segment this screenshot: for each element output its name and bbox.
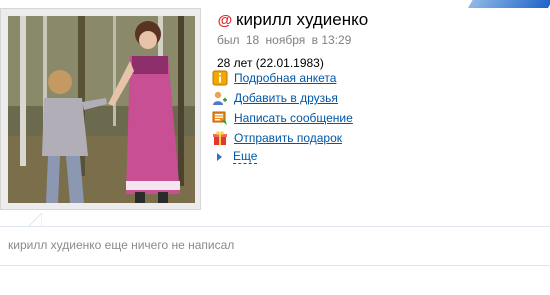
more-actions-link[interactable]: Еще	[233, 150, 258, 164]
profile-info: @ кирилл худиенко был 18 ноября в 13:29 …	[217, 9, 368, 70]
last-seen: был 18 ноября в 13:29	[217, 33, 368, 47]
status-pointer	[28, 213, 42, 227]
action-send-gift-link[interactable]: Отправить подарок	[234, 131, 342, 145]
info-icon	[212, 70, 228, 86]
gift-icon	[213, 131, 227, 145]
action-add-friend-link[interactable]: Добавить в друзья	[234, 91, 338, 105]
action-send-message-link[interactable]: Написать сообщение	[234, 111, 353, 125]
profile-name-row: @ кирилл худиенко	[217, 9, 369, 31]
last-seen-month: ноября	[265, 33, 306, 47]
last-seen-time: в 13:29	[311, 33, 352, 47]
profile-photo[interactable]	[8, 16, 195, 203]
last-seen-prefix: был	[217, 33, 240, 47]
profile-photo-image	[8, 16, 195, 203]
action-add-friend[interactable]: Добавить в друзья	[212, 88, 353, 108]
triangle-right-icon	[217, 153, 222, 161]
message-icon	[212, 111, 227, 125]
status-text: кирилл худиенко еще ничего не написал	[8, 238, 235, 252]
action-profile-details-link[interactable]: Подробная анкета	[234, 71, 336, 85]
action-profile-details[interactable]: Подробная анкета	[212, 68, 353, 88]
add-friend-icon	[213, 91, 227, 105]
profile-photo-frame[interactable]	[0, 8, 201, 210]
last-seen-day: 18	[245, 33, 260, 47]
action-send-message[interactable]: Написать сообщение	[212, 108, 353, 128]
more-actions[interactable]: Еще	[217, 148, 353, 166]
corner-decoration	[467, 0, 550, 8]
profile-actions: Подробная анкета Добавить в друзья Напис…	[212, 68, 353, 166]
mail-at-icon: @	[217, 11, 233, 29]
profile-name: кирилл худиенко	[236, 10, 369, 29]
action-send-gift[interactable]: Отправить подарок	[212, 128, 353, 148]
